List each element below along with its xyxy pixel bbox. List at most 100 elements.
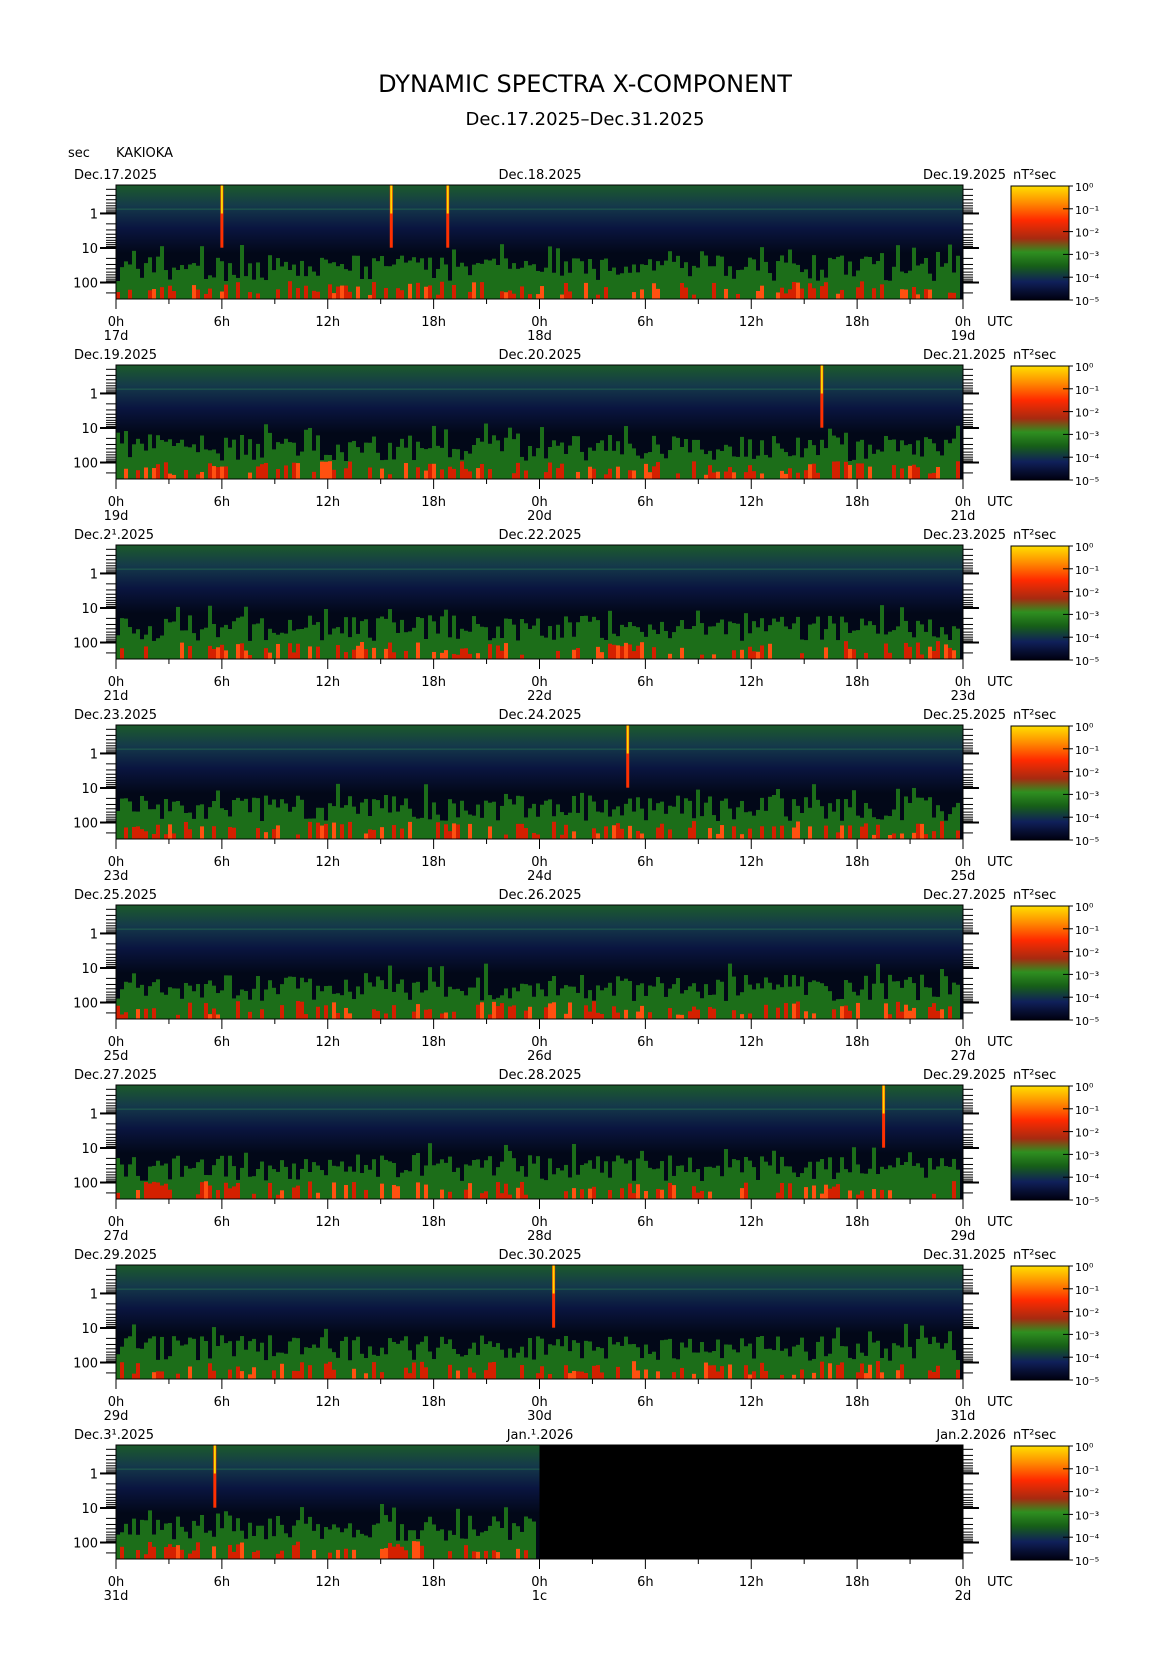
- noise-column: [868, 999, 872, 1019]
- noise-hotspot: [744, 472, 748, 479]
- noise-column: [324, 259, 328, 299]
- noise-column: [576, 812, 580, 839]
- noise-column: [172, 1336, 176, 1379]
- noise-column: [612, 450, 616, 479]
- noise-column: [320, 1337, 324, 1379]
- noise-column: [264, 1539, 268, 1559]
- noise-hotspot: [620, 828, 624, 839]
- noise-hotspot: [536, 834, 540, 839]
- noise-column: [452, 1171, 456, 1199]
- noise-column: [816, 981, 820, 1019]
- noise-hotspot: [424, 1367, 428, 1379]
- noise-hotspot: [276, 1553, 280, 1559]
- x-tick-label: 12h: [739, 1215, 764, 1230]
- noise-hotspot: [220, 466, 224, 479]
- noise-column: [672, 261, 676, 299]
- noise-hotspot: [624, 642, 628, 659]
- noise-hotspot: [912, 1007, 916, 1019]
- day-label: 20d: [527, 509, 552, 524]
- noise-hotspot: [692, 821, 696, 839]
- panel-left-date: Dec.3¹.2025: [74, 1428, 154, 1443]
- noise-hotspot: [716, 471, 720, 479]
- noise-column: [768, 457, 772, 479]
- noise-column: [848, 261, 852, 299]
- noise-column: [316, 1347, 320, 1379]
- colorbar: [1010, 545, 1070, 661]
- noise-column: [460, 1356, 464, 1379]
- noise-column: [712, 1167, 716, 1199]
- noise-column: [552, 1174, 556, 1199]
- colorbar-unit: nT²sec: [1013, 888, 1056, 903]
- noise-hotspot: [576, 1371, 580, 1379]
- noise-column: [528, 1337, 532, 1379]
- noise-hotspot: [324, 1005, 328, 1019]
- noise-column: [828, 615, 832, 659]
- noise-column: [476, 1159, 480, 1199]
- noise-column: [276, 1515, 280, 1559]
- noise-column: [164, 1359, 168, 1379]
- noise-column: [408, 435, 412, 479]
- noise-column: [184, 1344, 188, 1379]
- noise-hotspot: [168, 473, 172, 479]
- noise-column: [160, 635, 164, 659]
- noise-column: [244, 1349, 248, 1379]
- noise-column: [228, 975, 232, 1019]
- noise-hotspot: [336, 286, 340, 299]
- noise-hotspot: [744, 1365, 748, 1379]
- x-tick-label: 12h: [315, 1575, 340, 1590]
- noise-column: [808, 624, 812, 659]
- noise-column: [420, 618, 424, 659]
- noise-column: [300, 1507, 304, 1559]
- noise-hotspot: [568, 1002, 572, 1019]
- noise-hotspot: [436, 294, 440, 299]
- noise-column: [268, 255, 272, 299]
- noise-column: [532, 1163, 536, 1199]
- noise-column: [336, 444, 340, 479]
- noise-column: [760, 1156, 764, 1199]
- noise-column: [416, 1344, 420, 1379]
- noise-hotspot: [388, 642, 392, 659]
- noise-column: [764, 261, 768, 299]
- noise-hotspot: [216, 647, 220, 659]
- noise-column: [404, 1170, 408, 1199]
- noise-hotspot: [520, 1181, 524, 1199]
- noise-hotspot: [864, 1373, 868, 1379]
- noise-hotspot: [688, 827, 692, 839]
- x-tick-label: 12h: [739, 1035, 764, 1050]
- noise-column: [400, 438, 404, 479]
- noise-column: [136, 629, 140, 659]
- noise-hotspot: [212, 826, 216, 839]
- noise-hotspot: [948, 647, 952, 659]
- noise-column: [304, 1347, 308, 1379]
- noise-hotspot: [836, 293, 840, 299]
- noise-hotspot: [908, 465, 912, 479]
- noise-hotspot: [932, 472, 936, 479]
- noise-column: [736, 456, 740, 479]
- colorbar-tick-label: 10⁻⁴: [1075, 992, 1100, 1005]
- x-tick-label: 6h: [637, 1215, 654, 1230]
- noise-column: [572, 258, 576, 299]
- noise-column: [544, 1354, 548, 1379]
- noise-column: [320, 991, 324, 1019]
- noise-column: [808, 1161, 812, 1199]
- noise-column: [192, 818, 196, 839]
- noise-hotspot: [392, 825, 396, 839]
- noise-hotspot: [928, 1370, 932, 1379]
- noise-column: [540, 1178, 544, 1199]
- colorbar-unit: nT²sec: [1013, 528, 1056, 543]
- noise-column: [500, 805, 504, 839]
- noise-hotspot: [348, 291, 352, 299]
- noise-column: [852, 790, 856, 839]
- noise-column: [944, 1166, 948, 1199]
- noise-column: [568, 812, 572, 839]
- x-tick-label: 18h: [421, 1575, 446, 1590]
- noise-column: [820, 983, 824, 1019]
- noise-hotspot: [776, 1192, 780, 1199]
- noise-column: [468, 987, 472, 1019]
- noise-column: [852, 1359, 856, 1379]
- noise-hotspot: [672, 1372, 676, 1379]
- noise-column: [140, 1519, 144, 1559]
- noise-hotspot: [236, 1001, 240, 1019]
- noise-column: [536, 1336, 540, 1379]
- noise-hotspot: [324, 461, 328, 479]
